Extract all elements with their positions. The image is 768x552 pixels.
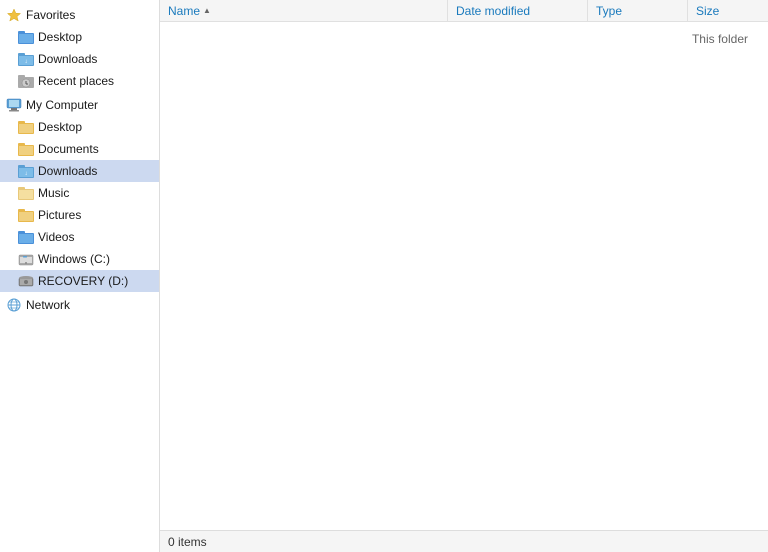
desktop-mc-label: Desktop [38, 120, 82, 134]
main-content: Name ▲ Date modified Type Size This fold… [160, 0, 768, 552]
col-header-size[interactable]: Size [688, 0, 768, 21]
windows-c-label: Windows (C:) [38, 252, 110, 266]
svg-text:↓: ↓ [25, 171, 28, 177]
star-icon [6, 7, 22, 23]
videos-label: Videos [38, 230, 74, 244]
network-group[interactable]: Network [0, 294, 159, 316]
pictures-icon [18, 207, 34, 223]
downloads-fav-folder-icon: ↓ [18, 51, 34, 67]
my-computer-icon [6, 97, 22, 113]
favorites-section: Favorites Desktop [0, 4, 159, 92]
col-header-name[interactable]: Name ▲ [160, 0, 448, 21]
col-header-type[interactable]: Type [588, 0, 688, 21]
sidebar-item-downloads-mc[interactable]: ↓ Downloads [0, 160, 159, 182]
sidebar-item-videos[interactable]: Videos [0, 226, 159, 248]
sidebar: Favorites Desktop [0, 0, 160, 552]
windows-c-icon [18, 251, 34, 267]
sidebar-item-desktop-fav[interactable]: Desktop [0, 26, 159, 48]
col-size-label: Size [696, 4, 719, 18]
music-label: Music [38, 186, 69, 200]
empty-folder-message: This folder [692, 32, 748, 46]
documents-icon [18, 141, 34, 157]
sidebar-item-documents[interactable]: Documents [0, 138, 159, 160]
network-label: Network [26, 298, 70, 312]
file-area: This folder [160, 22, 768, 530]
desktop-folder-icon [18, 29, 34, 45]
col-header-date[interactable]: Date modified [448, 0, 588, 21]
favorites-group[interactable]: Favorites [0, 4, 159, 26]
sidebar-item-downloads-fav[interactable]: ↓ Downloads [0, 48, 159, 70]
my-computer-label: My Computer [26, 98, 98, 112]
recovery-d-icon [18, 273, 34, 289]
sidebar-item-pictures[interactable]: Pictures [0, 204, 159, 226]
my-computer-group[interactable]: My Computer [0, 94, 159, 116]
sidebar-item-windows-c[interactable]: Windows (C:) [0, 248, 159, 270]
favorites-label: Favorites [26, 8, 75, 22]
desktop-mc-icon [18, 119, 34, 135]
downloads-mc-icon: ↓ [18, 163, 34, 179]
recent-places-label: Recent places [38, 74, 114, 88]
file-explorer: Favorites Desktop [0, 0, 768, 552]
sidebar-item-music[interactable]: Music [0, 182, 159, 204]
column-headers: Name ▲ Date modified Type Size [160, 0, 768, 22]
pictures-label: Pictures [38, 208, 81, 222]
documents-label: Documents [38, 142, 99, 156]
sidebar-item-recent-places[interactable]: Recent places [0, 70, 159, 92]
col-type-label: Type [596, 4, 622, 18]
network-icon [6, 297, 22, 313]
sort-arrow-icon: ▲ [203, 6, 211, 15]
svg-text:↓: ↓ [25, 59, 28, 65]
sidebar-item-recovery-d[interactable]: RECOVERY (D:) [0, 270, 159, 292]
videos-icon [18, 229, 34, 245]
item-count: 0 items [168, 535, 207, 549]
downloads-fav-label: Downloads [38, 52, 97, 66]
col-date-label: Date modified [456, 4, 530, 18]
my-computer-section: My Computer Desktop [0, 94, 159, 292]
recent-places-icon [18, 73, 34, 89]
col-name-label: Name [168, 4, 200, 18]
network-section: Network [0, 294, 159, 316]
desktop-fav-label: Desktop [38, 30, 82, 44]
downloads-mc-label: Downloads [38, 164, 97, 178]
sidebar-item-desktop-mc[interactable]: Desktop [0, 116, 159, 138]
music-icon [18, 185, 34, 201]
recovery-d-label: RECOVERY (D:) [38, 274, 128, 288]
status-bar: 0 items [160, 530, 768, 552]
